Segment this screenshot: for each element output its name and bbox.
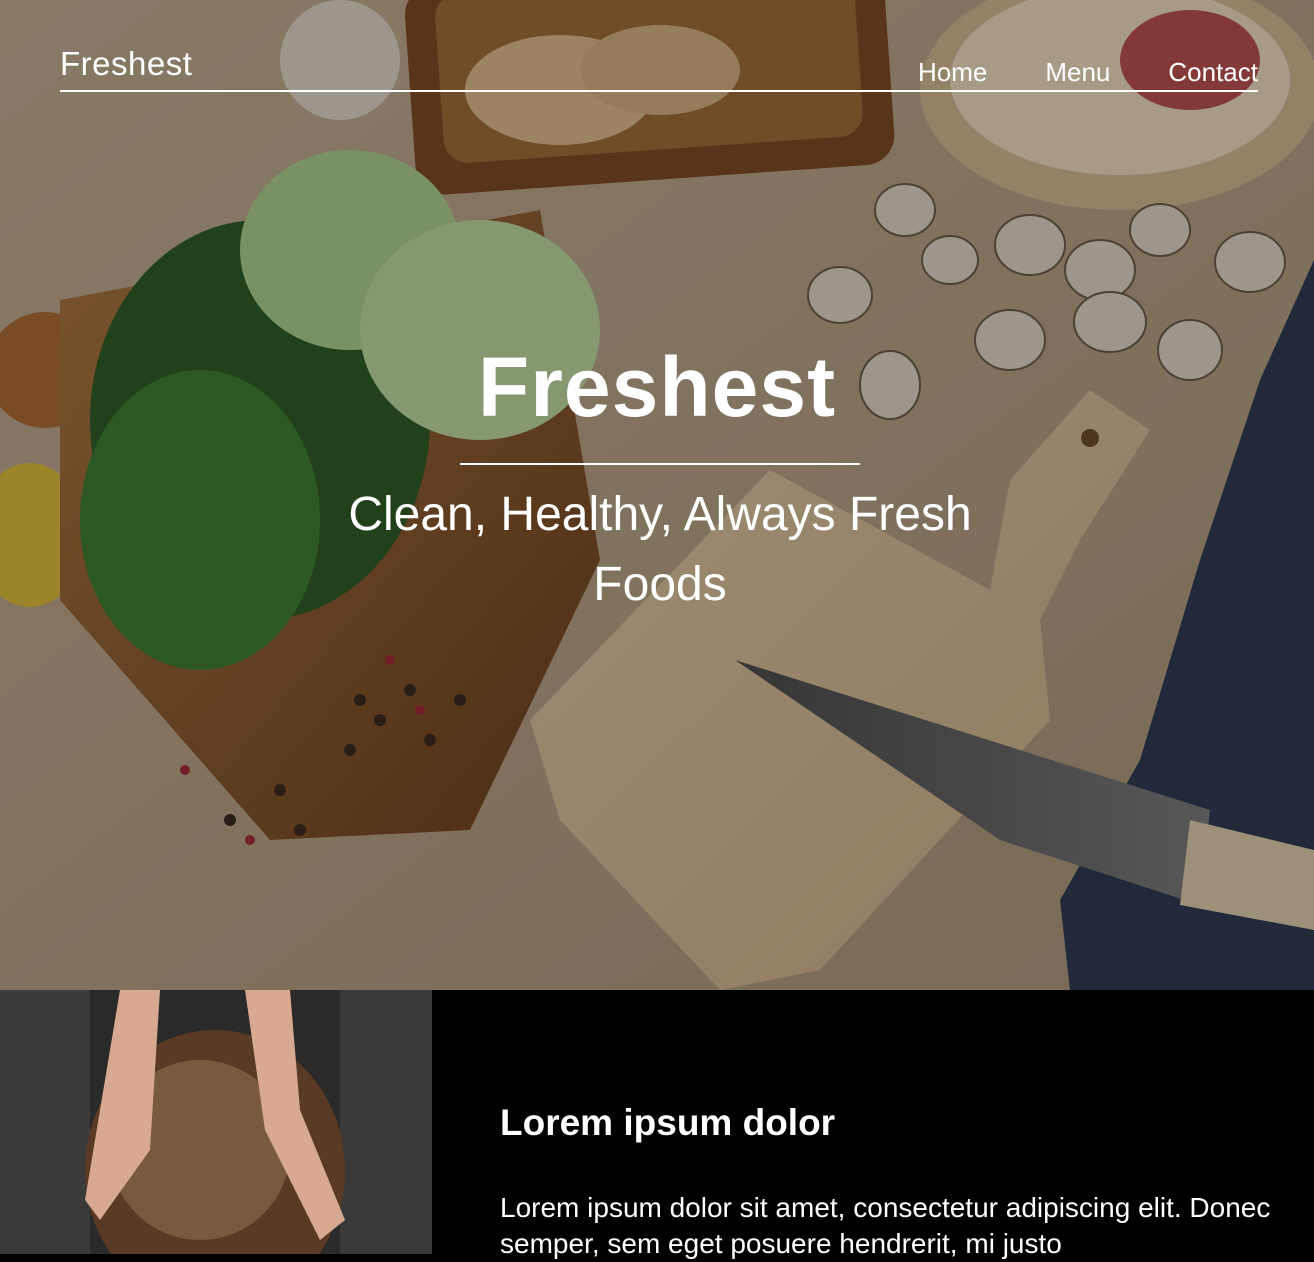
bread-image bbox=[0, 990, 432, 1254]
hero-divider bbox=[460, 463, 860, 465]
bread-photo bbox=[0, 990, 432, 1254]
hero-subtitle: Clean, Healthy, Always Fresh Foods bbox=[348, 488, 972, 611]
feature-section: Lorem ipsum dolor Lorem ipsum dolor sit … bbox=[432, 990, 1314, 1259]
top-navigation: Freshest Home Menu Contact bbox=[60, 44, 1258, 92]
nav-links: Home Menu Contact bbox=[918, 56, 1258, 88]
brand-logo[interactable]: Freshest bbox=[60, 44, 192, 84]
nav-link-menu[interactable]: Menu bbox=[1045, 56, 1110, 88]
nav-link-home[interactable]: Home bbox=[918, 56, 987, 88]
hero-section: Freshest Home Menu Contact Freshest Clea… bbox=[0, 0, 1314, 990]
nav-link-contact[interactable]: Contact bbox=[1168, 56, 1258, 88]
feature-paragraph: Lorem ipsum dolor sit amet, consectetur … bbox=[500, 1192, 1271, 1259]
feature-heading: Lorem ipsum dolor bbox=[500, 1102, 836, 1143]
hero-title: Freshest bbox=[477, 340, 837, 434]
